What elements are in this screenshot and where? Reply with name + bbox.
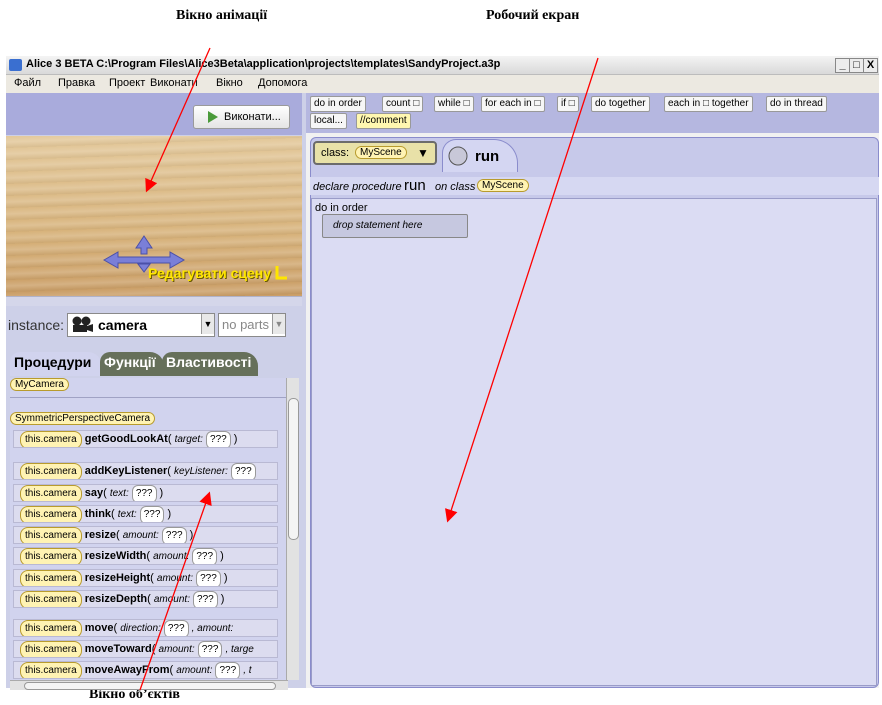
arrow-animation-window <box>145 47 211 193</box>
arrow-workspace <box>445 57 599 523</box>
arrow-objects-window <box>139 491 212 691</box>
annotation-arrows <box>139 47 599 691</box>
